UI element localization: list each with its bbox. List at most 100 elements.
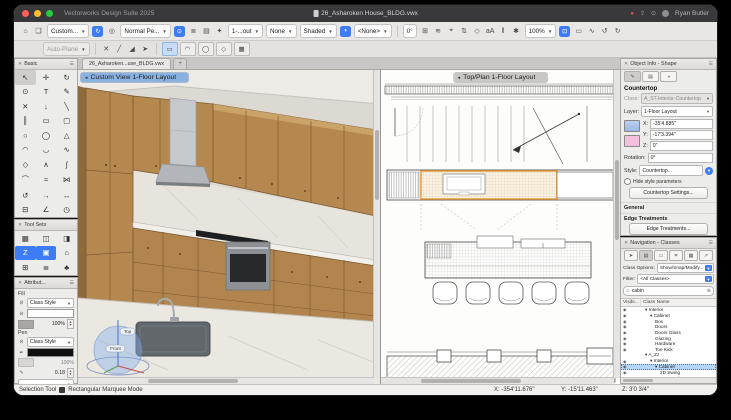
rectangle-tool[interactable]: ▭ (36, 114, 57, 129)
fit-to-objects-icon[interactable]: ⌂ (20, 25, 31, 38)
mirror-tool[interactable]: ⋈ (56, 172, 77, 189)
polyline-tool[interactable]: ∧ (36, 157, 57, 172)
pen-color-swatch[interactable] (27, 348, 74, 357)
pane-2d-view-label[interactable]: ◂ Top/Plan 1-Floor Layout (454, 73, 548, 82)
share-icon[interactable]: ⇪ (640, 10, 645, 17)
basic-palette-header[interactable]: ✕ Basic ☰ (15, 59, 77, 70)
fill-color-swatch[interactable] (27, 309, 74, 318)
class-field-dropdown[interactable]: A_ST-Interior-Countertop▼ (641, 93, 713, 104)
text-style-icon[interactable]: aA (485, 25, 496, 38)
palette-menu-icon[interactable]: ☰ (70, 61, 74, 67)
close-palette-icon[interactable]: ✕ (624, 240, 628, 246)
tab-saved-views[interactable]: ↗ (699, 250, 713, 261)
selection-tool[interactable]: ↖ (15, 70, 36, 85)
smart-cursor-icon[interactable]: ➤ (140, 43, 151, 56)
offset-tool[interactable]: ≈ (36, 172, 57, 189)
visibility-eye-icon[interactable]: ◉ (621, 347, 638, 352)
fillet-tool[interactable]: ⌒ (15, 172, 36, 189)
tab-sheet-layers[interactable]: ⌗ (669, 250, 683, 261)
tab-classes[interactable]: ▤ (639, 250, 653, 261)
zoom-options-button[interactable]: ⊡ (559, 26, 570, 37)
unified-view-icon[interactable]: ⊞ (420, 25, 431, 38)
windows-tool-set[interactable]: ◨ (56, 231, 77, 246)
pane-2d[interactable]: ◂ Top/Plan 1-Floor Layout (381, 70, 620, 384)
filter-dropdown[interactable]: <All Classes>▼ (637, 274, 714, 284)
oval-tool[interactable]: ◯ (36, 128, 57, 143)
stamp-tool[interactable]: ◷ (56, 203, 77, 218)
line-weight-value[interactable]: 0.18 (55, 370, 65, 376)
document-tab[interactable]: 26_Asharoken...use_BLDG.vwx (82, 58, 171, 69)
fill-opacity-stepper[interactable]: ▲▼ (67, 319, 74, 329)
previous-view-icon[interactable]: ↺ (599, 25, 610, 38)
rotate-tool[interactable]: ↺ (15, 188, 36, 203)
projection-options-button[interactable]: ⊙ (174, 26, 185, 37)
move-by-points-tool[interactable]: → (36, 188, 57, 203)
style-options-button[interactable]: ▼ (705, 167, 713, 175)
refresh-saved-view-button[interactable]: ↻ (92, 26, 103, 37)
class-name-column-header[interactable]: Class Name (641, 299, 670, 306)
render-mode-dropdown[interactable]: Shaded▼ (300, 24, 337, 38)
pen-opacity-slider[interactable] (18, 358, 34, 367)
text-tool[interactable]: T (36, 85, 57, 100)
snap-to-object-icon[interactable]: ╱ (114, 43, 125, 56)
layer-field-dropdown[interactable]: 1-Floor Layout▼ (641, 106, 713, 117)
protractor-tool[interactable]: ∠ (36, 203, 57, 218)
visibility-eye-icon[interactable]: ◉ (621, 313, 638, 318)
oval-marquee-mode-button[interactable]: ◯ (198, 42, 214, 56)
hide-style-checkbox[interactable] (624, 178, 631, 185)
visibility-eye-icon[interactable]: ◉ (621, 341, 638, 346)
rectangular-marquee-mode-button[interactable]: ▭ (162, 42, 178, 56)
secondary-point-selector[interactable] (624, 135, 640, 147)
pen-opacity-value[interactable]: 100% (61, 360, 74, 366)
working-plane-icon[interactable]: ◇ (472, 25, 483, 38)
pause-icon[interactable]: ‖ (498, 25, 509, 38)
account-avatar[interactable] (662, 10, 669, 17)
zoom-line-icon[interactable]: ∿ (586, 25, 597, 38)
quarter-arc-tool[interactable]: ◡ (36, 143, 57, 158)
update-badge-icon[interactable]: ● (630, 11, 634, 17)
visibility-eye-icon[interactable]: ◉ (621, 324, 638, 329)
class-search-field[interactable]: ⊙ cabin ⊗ (623, 286, 714, 296)
pane-options-icon[interactable]: ◂ (85, 75, 88, 81)
zoom-window-button[interactable] (46, 10, 53, 17)
pane-3d-view-label[interactable]: ◂ Custom View 1-Floor Layout (81, 73, 188, 82)
render-settings-icon[interactable]: ✦ (214, 25, 225, 38)
line-tool[interactable]: ╲ (56, 99, 77, 114)
datum-icon[interactable]: ⌖ (446, 25, 457, 38)
camera-icon[interactable]: ◎ (106, 25, 117, 38)
classes-icon[interactable]: ▤ (201, 25, 212, 38)
flyover-tool[interactable]: ↻ (56, 70, 77, 85)
selected-countertop[interactable] (421, 171, 557, 199)
close-palette-icon[interactable]: ✕ (18, 280, 22, 286)
layer-dropdown[interactable]: 1-...out▼ (228, 24, 263, 38)
pane-2d-horizontal-scrollbar[interactable] (381, 377, 614, 384)
attributes-palette-header[interactable]: ✕ Attribut... ☰ (15, 278, 77, 289)
settings-gear-icon[interactable]: ✱ (511, 25, 522, 38)
visibility-eye-icon[interactable]: ◉ (621, 359, 638, 364)
walls-tool-set[interactable]: ▦ (15, 231, 36, 246)
clear-search-icon[interactable]: ⊗ (707, 288, 711, 294)
fit-page-icon[interactable]: ▭ (573, 25, 584, 38)
class-dropdown[interactable]: None▼ (266, 24, 297, 38)
triangle-tool[interactable]: △ (56, 128, 77, 143)
zoom-dropdown[interactable]: 100%▼ (525, 24, 557, 38)
next-view-icon[interactable]: ↻ (612, 25, 623, 38)
layers-icon[interactable]: ≣ (188, 25, 199, 38)
visibility-eye-icon[interactable]: ◉ (621, 364, 638, 369)
circle-tool[interactable]: ○ (15, 128, 36, 143)
visibility-eye-icon[interactable]: ◉ (621, 330, 638, 335)
pan-tool[interactable]: ✛ (36, 70, 57, 85)
new-tab-button[interactable]: + (173, 58, 187, 69)
class-options-dropdown[interactable]: Show/Snap/Modify...▼ (657, 263, 714, 273)
saved-views-icon[interactable]: ❏ (33, 25, 44, 38)
double-line-tool[interactable]: ║ (15, 114, 36, 129)
plan-rotation-field[interactable]: 0° (403, 24, 417, 38)
visibility-eye-icon[interactable]: ◉ (621, 307, 638, 312)
freehand-tool[interactable]: ∿ (56, 143, 77, 158)
tab-shape[interactable]: ✎ (624, 71, 641, 82)
building-shell-tool-set[interactable]: ▣ (36, 246, 57, 261)
tab-design-layers[interactable]: ▭ (654, 250, 668, 261)
edge-treatments-section-label[interactable]: Edge Treatments (621, 213, 716, 222)
object-info-header[interactable]: ✕ Object Info - Shape ☰ (621, 59, 716, 70)
navigation-header[interactable]: ✕ Navigation - Classes ☰ (621, 238, 716, 249)
